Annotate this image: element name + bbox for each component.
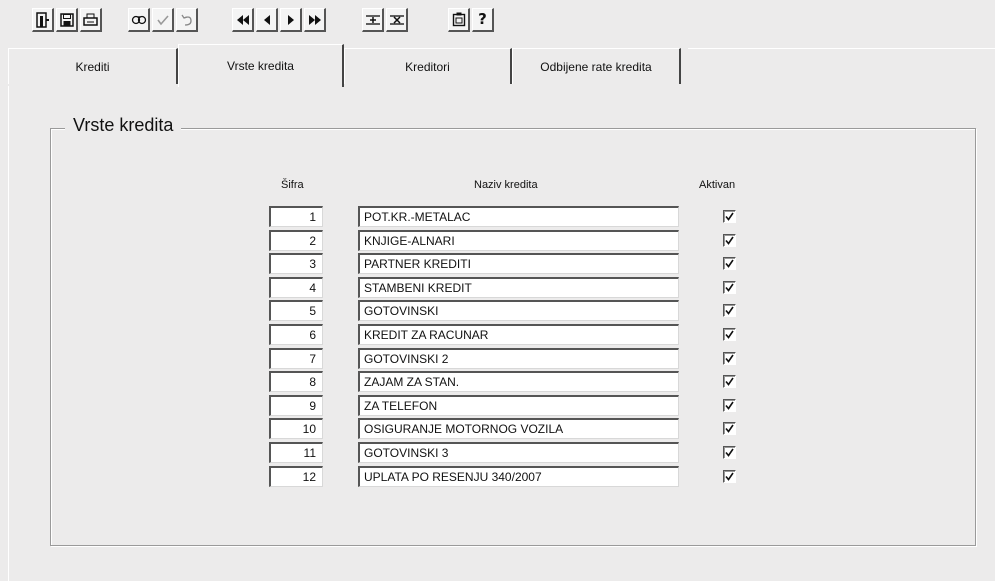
check-icon [725, 401, 734, 410]
code-field[interactable]: 7 [269, 348, 323, 369]
tab-odbijene-rate-kredita[interactable]: Odbijene rate kredita [512, 48, 681, 84]
code-field[interactable]: 2 [269, 230, 323, 251]
exit-icon[interactable] [32, 8, 54, 32]
toolbar-group-records [362, 8, 408, 32]
code-field[interactable]: 11 [269, 442, 323, 463]
code-field[interactable]: 9 [269, 395, 323, 416]
credit-name-field[interactable]: KNJIGE-ALNARI [358, 230, 679, 251]
check-icon [725, 377, 734, 386]
first-record-icon[interactable] [232, 8, 254, 32]
copy-icon[interactable] [448, 8, 470, 32]
tab-page-vrste-kredita: Vrste kredita Šifra Naziv kredita Aktiva… [8, 86, 995, 581]
check-icon [725, 259, 734, 268]
toolbar-group-navigation [232, 8, 326, 32]
section-title: Vrste kredita [65, 115, 182, 136]
code-field[interactable]: 6 [269, 324, 323, 345]
code-field[interactable]: 3 [269, 253, 323, 274]
credit-name-field[interactable]: ZAJAM ZA STAN. [358, 371, 679, 392]
tab-label: Odbijene rate kredita [540, 59, 652, 74]
column-header-active: Aktivan [699, 179, 736, 191]
code-field[interactable]: 12 [269, 466, 323, 487]
active-checkbox[interactable] [723, 446, 736, 459]
credit-name-field[interactable]: KREDIT ZA RACUNAR [358, 324, 679, 345]
tab-bar-filler [688, 48, 995, 84]
active-checkbox[interactable] [723, 352, 736, 365]
check-icon [725, 236, 734, 245]
credit-name-field[interactable]: PARTNER KREDITI [358, 253, 679, 274]
toolbar-group-file [32, 8, 102, 32]
tab-vrste-kredita[interactable]: Vrste kredita [178, 44, 344, 87]
delete-record-icon[interactable] [386, 8, 408, 32]
active-checkbox[interactable] [723, 304, 736, 317]
tab-label: Kreditori [405, 59, 450, 74]
credit-name-field[interactable]: OSIGURANJE MOTORNOG VOZILA [358, 418, 679, 439]
check-icon [725, 448, 734, 457]
active-checkbox[interactable] [723, 257, 736, 270]
previous-record-icon[interactable] [256, 8, 278, 32]
active-checkbox[interactable] [723, 470, 736, 483]
tab-kreditori[interactable]: Kreditori [344, 48, 512, 84]
credit-name-field[interactable]: GOTOVINSKI 3 [358, 442, 679, 463]
toolbar-group-edit [128, 8, 198, 32]
credit-name-field[interactable]: ZA TELEFON [358, 395, 679, 416]
save-icon[interactable] [56, 8, 78, 32]
check-icon [725, 424, 734, 433]
check-icon [725, 306, 734, 315]
tab-krediti[interactable]: Krediti [8, 48, 178, 84]
credit-name-field[interactable]: UPLATA PO RESENJU 340/2007 [358, 466, 679, 487]
undo-icon[interactable] [176, 8, 198, 32]
active-checkbox[interactable] [723, 422, 736, 435]
help-glyph: ? [478, 10, 487, 28]
credit-name-field[interactable]: GOTOVINSKI [358, 300, 679, 321]
accept-icon[interactable] [152, 8, 174, 32]
code-field[interactable]: 4 [269, 277, 323, 298]
help-icon[interactable]: ? [472, 8, 494, 32]
check-icon [725, 212, 734, 221]
tab-label: Vrste kredita [227, 59, 294, 73]
code-field[interactable]: 5 [269, 300, 323, 321]
toolbar-group-help: ? [448, 8, 494, 32]
toolbar: ? [0, 0, 995, 40]
check-icon [725, 330, 734, 339]
insert-record-icon[interactable] [362, 8, 384, 32]
active-checkbox[interactable] [723, 399, 736, 412]
column-header-code: Šifra [281, 179, 304, 191]
last-record-icon[interactable] [304, 8, 326, 32]
code-field[interactable]: 1 [269, 206, 323, 227]
active-checkbox[interactable] [723, 281, 736, 294]
credit-name-field[interactable]: STAMBENI KREDIT [358, 277, 679, 298]
check-icon [725, 283, 734, 292]
find-icon[interactable] [128, 8, 150, 32]
active-checkbox[interactable] [723, 375, 736, 388]
print-icon[interactable] [80, 8, 102, 32]
tab-label: Krediti [75, 59, 110, 74]
active-checkbox[interactable] [723, 234, 736, 247]
column-header-name: Naziv kredita [474, 179, 538, 191]
credit-name-field[interactable]: POT.KR.-METALAC [358, 206, 679, 227]
credit-name-field[interactable]: GOTOVINSKI 2 [358, 348, 679, 369]
code-field[interactable]: 8 [269, 371, 323, 392]
active-checkbox[interactable] [723, 328, 736, 341]
next-record-icon[interactable] [280, 8, 302, 32]
tab-bar: Krediti Vrste kredita Kreditori Odbijene… [8, 44, 995, 87]
check-icon [725, 472, 734, 481]
check-icon [725, 354, 734, 363]
active-checkbox[interactable] [723, 210, 736, 223]
code-field[interactable]: 10 [269, 418, 323, 439]
